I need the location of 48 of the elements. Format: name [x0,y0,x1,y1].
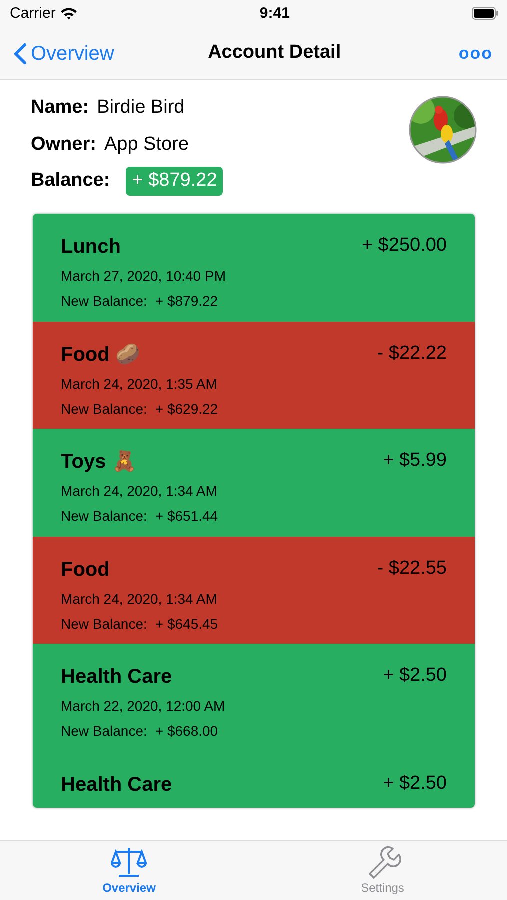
tab-item[interactable]: Settings [355,841,410,900]
transaction-date: March 22, 2020, 12:00 AM [61,697,226,716]
transaction-row[interactable]: Food - $22.55 March 24, 2020, 1:34 AM New Balance: + $645.45 [33,536,475,644]
back-button[interactable]: Overview [14,38,114,68]
new-balance-value: + $879.22 [155,292,218,311]
scales-icon [111,845,148,879]
balance-badge: + $879.22 [126,167,224,196]
transaction-date: March 27, 2020, 10:40 PM [61,267,227,286]
new-balance-value: + $668.00 [155,722,218,741]
transaction-title: Food [61,558,110,582]
new-balance-label: New Balance: [61,507,148,526]
transaction-amount: + $2.50 [383,664,447,688]
new-balance-value: + $651.44 [155,507,218,526]
transaction-title: Lunch [61,235,121,260]
clock-time: 9:41 [260,4,290,24]
transaction-amount: + $2.50 [383,772,447,796]
chevron-left-icon [14,42,27,64]
transaction-title: Health Care [61,772,172,798]
field-label: Balance: [31,169,110,193]
field-value: App Store [104,132,189,156]
transaction-row[interactable]: Health Care + $2.50 [33,752,475,808]
transaction-title: Toys 🧸 [61,449,137,475]
more-button[interactable]: ooo [458,40,493,66]
transaction-date: March 24, 2020, 1:35 AM [61,374,218,394]
transaction-row[interactable]: Lunch + $250.00 March 27, 2020, 10:40 PM New Balance: + $879.22 [33,214,475,322]
transaction-title: Health Care [61,665,172,690]
transaction-row[interactable]: Food 🥔 - $22.22 March 24, 2020, 1:35 AM New Balance: + $629.22 [33,322,475,429]
transaction-amount: + $5.99 [383,449,447,473]
transaction-row[interactable]: Toys 🧸 + $5.99 March 24, 2020, 1:34 AM New Balance: + $651.44 [33,429,475,536]
carrier-label: Carrier [10,4,56,24]
new-balance-label: New Balance: [61,292,148,311]
transaction-row[interactable]: Health Care + $2.50 March 22, 2020, 12:00 AM New Balance: + $668.00 [33,644,475,752]
transaction-amount: - $22.22 [377,342,447,366]
transaction-date: March 24, 2020, 1:34 AM [61,590,218,608]
field-label: Owner: [31,132,96,156]
new-balance-value: + $645.45 [155,614,218,634]
transaction-date: March 24, 2020, 1:34 AM [61,482,218,501]
new-balance-value: + $629.22 [155,400,218,418]
screen-title: Account Detail [208,41,342,66]
new-balance-label: New Balance: [61,722,148,741]
field-value: Birdie Bird [97,96,185,120]
new-balance-label: New Balance: [61,614,148,634]
new-balance-label: New Balance: [61,400,148,418]
transaction-title: Food 🥔 [61,342,140,368]
tab-item[interactable]: Overview [96,841,162,900]
field-label: Name: [31,96,90,120]
transaction-amount: - $22.55 [377,556,447,580]
transaction-amount: + $250.00 [362,234,447,258]
